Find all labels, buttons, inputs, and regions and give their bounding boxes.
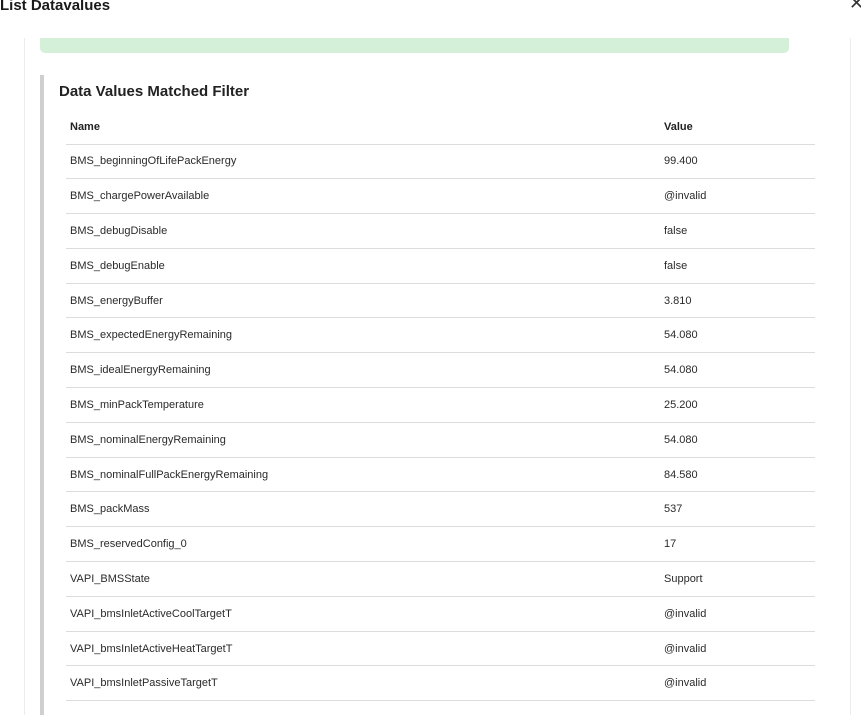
datavalue-value: false <box>660 213 815 249</box>
table-row: BMS_minPackTemperature 25.200 <box>66 387 815 423</box>
panel-heading: Data Values Matched Filter <box>59 83 250 100</box>
table-row: VAPI_BMSState Support <box>66 561 815 597</box>
datavalue-value: Support <box>660 561 815 597</box>
table-row: BMS_beginningOfLifePackEnergy 99.400 <box>66 144 815 180</box>
datavalue-name: BMS_energyBuffer <box>66 283 660 319</box>
table-row: VAPI_bmsInletActiveCoolTargetT @invalid <box>66 596 815 632</box>
matched-filter-panel: Data Values Matched Filter Name Value BM… <box>40 75 830 715</box>
close-icon[interactable]: ✕ <box>849 0 861 12</box>
table-row: BMS_reservedConfig_0 17 <box>66 526 815 563</box>
datavalue-name: BMS_expectedEnergyRemaining <box>66 317 660 354</box>
datavalue-value: @invalid <box>660 596 815 632</box>
datavalue-name: VAPI_bmsInletActiveCoolTargetT <box>66 596 660 632</box>
datavalue-value: 537 <box>660 491 815 528</box>
datavalue-name: BMS_nominalEnergyRemaining <box>66 422 660 458</box>
table-row: BMS_chargePowerAvailable @invalid <box>66 178 815 215</box>
table-row: BMS_idealEnergyRemaining 54.080 <box>66 352 815 389</box>
datavalue-name: BMS_beginningOfLifePackEnergy <box>66 144 660 180</box>
datavalue-value: 84.580 <box>660 457 815 493</box>
datavalue-name: VAPI_bmsInletActiveHeatTargetT <box>66 631 660 667</box>
table-row: BMS_nominalEnergyRemaining 54.080 <box>66 422 815 458</box>
datavalue-name: BMS_packMass <box>66 491 660 528</box>
datavalue-value: 54.080 <box>660 317 815 354</box>
datavalue-name: BMS_idealEnergyRemaining <box>66 352 660 389</box>
datavalue-value: 3.810 <box>660 283 815 319</box>
list-datavalues-dialog: List Datavalues ✕ Data Values Matched Fi… <box>0 0 861 715</box>
datavalue-value: @invalid <box>660 178 815 215</box>
datavalue-name: BMS_reservedConfig_0 <box>66 526 660 563</box>
dialog-body[interactable]: Data Values Matched Filter Name Value BM… <box>24 38 851 715</box>
table-row: BMS_energyBuffer 3.810 <box>66 283 815 319</box>
datavalue-name: BMS_debugDisable <box>66 213 660 249</box>
datavalue-value: 54.080 <box>660 352 815 389</box>
datavalue-value: 17 <box>660 526 815 563</box>
datavalue-value: 25.200 <box>660 387 815 423</box>
table-row: BMS_debugDisable false <box>66 213 815 249</box>
column-header-value: Value <box>660 110 815 145</box>
table-row: BMS_expectedEnergyRemaining 54.080 <box>66 317 815 354</box>
datavalue-name: BMS_nominalFullPackEnergyRemaining <box>66 457 660 493</box>
datavalues-table: Name Value BMS_beginningOfLifePackEnergy… <box>66 110 815 702</box>
datavalue-name: BMS_debugEnable <box>66 248 660 284</box>
table-header-row: Name Value <box>66 110 815 145</box>
dialog-title: List Datavalues <box>0 0 111 14</box>
table-row: BMS_nominalFullPackEnergyRemaining 84.580 <box>66 457 815 493</box>
table-row: VAPI_bmsInletPassiveTargetT @invalid <box>66 665 815 702</box>
datavalue-name: VAPI_BMSState <box>66 561 660 597</box>
column-header-name: Name <box>66 110 660 145</box>
datavalue-value: 54.080 <box>660 422 815 458</box>
datavalue-name: BMS_minPackTemperature <box>66 387 660 423</box>
datavalue-name: VAPI_bmsInletPassiveTargetT <box>66 665 660 702</box>
datavalue-name: BMS_chargePowerAvailable <box>66 178 660 215</box>
datavalue-value: @invalid <box>660 665 815 702</box>
table-row: VAPI_bmsInletActiveHeatTargetT @invalid <box>66 631 815 667</box>
datavalue-value: false <box>660 248 815 284</box>
datavalue-value: @invalid <box>660 631 815 667</box>
datavalue-value: 99.400 <box>660 144 815 180</box>
table-row: BMS_packMass 537 <box>66 491 815 528</box>
success-alert <box>40 38 789 53</box>
table-row: BMS_debugEnable false <box>66 248 815 284</box>
